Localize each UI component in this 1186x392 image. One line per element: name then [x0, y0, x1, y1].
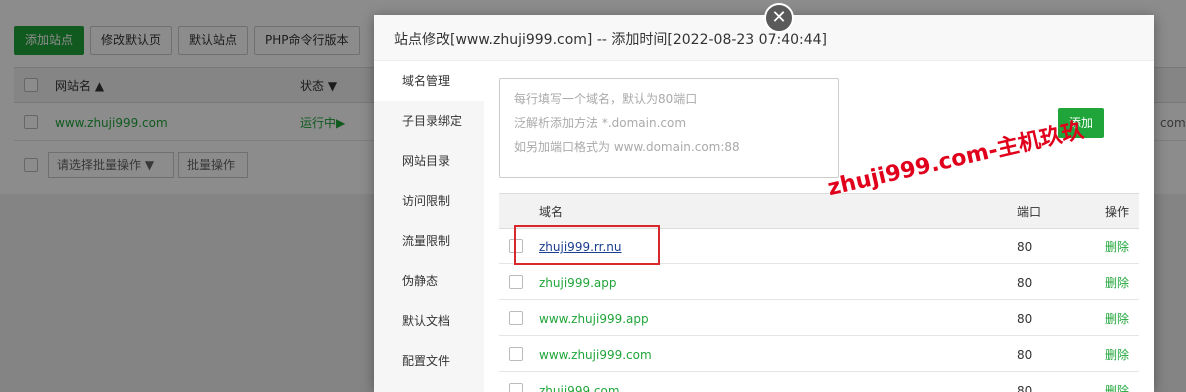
- action-column-header: 操作: [1105, 205, 1130, 219]
- domain-port: 80: [1017, 276, 1033, 290]
- delete-domain-link[interactable]: 删除: [1105, 276, 1129, 290]
- delete-domain-link[interactable]: 删除: [1105, 348, 1129, 362]
- domain-input[interactable]: 每行填写一个域名，默认为80端口 泛解析添加方法 *.domain.com 如另…: [499, 78, 839, 178]
- menu-item-subdirectory-binding[interactable]: 子目录绑定: [374, 101, 484, 141]
- delete-domain-link[interactable]: 删除: [1105, 384, 1129, 392]
- watermark-text: zhuji999.com-主机玖玖: [825, 117, 1086, 202]
- domain-table-header: 域名 端口 操作: [499, 193, 1139, 229]
- domain-port: 80: [1017, 312, 1033, 326]
- site-edit-modal: 站点修改[www.zhuji999.com] -- 添加时间[2022-08-2…: [374, 15, 1154, 392]
- domain-column-header: 域名: [539, 205, 564, 219]
- domain-port: 80: [1017, 240, 1033, 254]
- domain-port: 80: [1017, 384, 1033, 392]
- domain-name[interactable]: www.zhuji999.app: [539, 312, 649, 326]
- menu-item-rewrite[interactable]: 伪静态: [374, 261, 484, 301]
- domain-name[interactable]: zhuji999.com: [539, 384, 620, 392]
- menu-item-access-restriction[interactable]: 访问限制: [374, 181, 484, 221]
- modal-side-menu: 域名管理 子目录绑定 网站目录 访问限制 流量限制 伪静态 默认文档 配置文件: [374, 61, 484, 392]
- menu-item-traffic-limit[interactable]: 流量限制: [374, 221, 484, 261]
- placeholder-line: 泛解析添加方法 *.domain.com: [514, 116, 687, 130]
- menu-item-config-file[interactable]: 配置文件: [374, 341, 484, 381]
- modal-title: 站点修改[www.zhuji999.com] -- 添加时间[2022-08-2…: [394, 32, 828, 48]
- placeholder-line: 如另加端口格式为 www.domain.com:88: [514, 140, 740, 154]
- table-row: www.zhuji999.app 80 删除: [499, 301, 1139, 336]
- menu-item-domain-management[interactable]: 域名管理: [374, 61, 484, 101]
- port-column-header: 端口: [1017, 205, 1042, 219]
- row-checkbox[interactable]: [509, 275, 523, 289]
- highlight-annotation-box: [514, 225, 660, 265]
- close-icon[interactable]: ✕: [764, 3, 794, 33]
- row-checkbox[interactable]: [509, 311, 523, 325]
- delete-domain-link[interactable]: 删除: [1105, 312, 1129, 326]
- menu-item-site-directory[interactable]: 网站目录: [374, 141, 484, 181]
- row-checkbox[interactable]: [509, 347, 523, 361]
- row-checkbox[interactable]: [509, 383, 523, 392]
- delete-domain-link[interactable]: 删除: [1105, 240, 1129, 254]
- table-row: zhuji999.com 80 删除: [499, 373, 1139, 392]
- table-row: zhuji999.app 80 删除: [499, 265, 1139, 300]
- domain-port: 80: [1017, 348, 1033, 362]
- menu-item-default-document[interactable]: 默认文档: [374, 301, 484, 341]
- table-row: www.zhuji999.com 80 删除: [499, 337, 1139, 372]
- domain-name[interactable]: www.zhuji999.com: [539, 348, 652, 362]
- domain-name[interactable]: zhuji999.app: [539, 276, 616, 290]
- placeholder-line: 每行填写一个域名，默认为80端口: [514, 92, 698, 106]
